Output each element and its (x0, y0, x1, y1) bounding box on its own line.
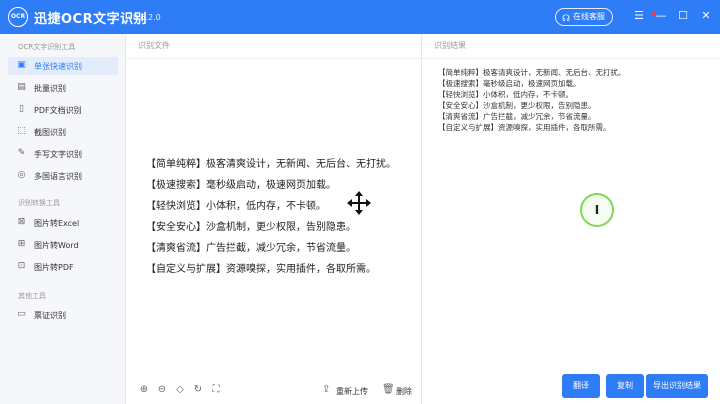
sidebar-item-label: 单张快速识别 (34, 62, 82, 71)
result-panel: 识别结果 【简单纯粹】极客清爽设计，无新闻、无后台、无打扰。 【极速搜索】毫秒级… (422, 34, 720, 404)
result-line: 【自定义与扩展】资源嗅探，实用插件，各取所需。 (438, 123, 611, 132)
original-size-icon[interactable]: ◇ (174, 384, 186, 396)
sidebar-item-label: 截图识别 (34, 128, 66, 137)
source-line: 【清爽省流】广告拦截，减少冗余，节省流量。 (146, 243, 356, 254)
source-toolbar: ⊕ ⊖ ◇ ↻ ⛶ ⇪ 重新上传 🗑 删除 (126, 378, 422, 404)
sidebar-item-label: 批量识别 (34, 84, 66, 93)
translate-button[interactable]: 翻译 (562, 374, 600, 398)
sidebar-item-label: 手写文字识别 (34, 150, 82, 159)
online-support-label: 在线客服 (573, 12, 605, 21)
headset-icon: ☊ (562, 14, 570, 24)
trash-icon[interactable]: 🗑 (382, 384, 395, 395)
result-textarea[interactable]: 【简单纯粹】极客清爽设计，无新闻、无后台、无打扰。 【极速搜索】毫秒级启动，极速… (438, 67, 708, 133)
result-line: 【极速搜索】毫秒级启动，极速网页加载。 (438, 79, 581, 88)
sidebar-item-label: 图片转PDF (34, 263, 74, 272)
delete-button[interactable]: 删除 (396, 386, 412, 397)
sidebar-item-pdf[interactable]: ▯ PDF文档识别 (8, 101, 118, 119)
source-panel: 识别文件 【简单纯粹】极客清爽设计，无新闻、无后台、无打扰。 【极速搜索】毫秒级… (126, 34, 422, 404)
sidebar-item-to-excel[interactable]: ⊠ 图片转Excel (8, 214, 118, 232)
source-panel-title: 识别文件 (138, 41, 170, 50)
sidebar-item-handwriting[interactable]: ✎ 手写文字识别 (8, 145, 118, 163)
fit-screen-icon[interactable]: ⛶ (210, 384, 222, 396)
zoom-out-icon[interactable]: ⊖ (156, 384, 168, 396)
source-line: 【简单纯粹】极客清爽设计，无新闻、无后台、无打扰。 (146, 159, 396, 170)
sidebar: OCR文字识别工具 ▣ 单张快速识别 ▤ 批量识别 ▯ PDF文档识别 ⬚ 截图… (0, 34, 126, 404)
sidebar-item-to-pdf[interactable]: ⊡ 图片转PDF (8, 258, 118, 276)
app-logo: OCR (8, 7, 28, 27)
sidebar-item-multilang[interactable]: ◎ 多国语言识别 (8, 167, 118, 185)
pdf-icon: ⊡ (17, 261, 26, 271)
minimize-icon[interactable]: — (654, 8, 668, 24)
globe-icon: ◎ (17, 170, 26, 180)
result-line: 【轻快浏览】小体积，低内存，不卡顿。 (438, 90, 573, 99)
source-line: 【自定义与扩展】资源嗅探，实用插件，各取所需。 (146, 264, 376, 275)
sidebar-item-single-quick[interactable]: ▣ 单张快速识别 (8, 57, 118, 75)
source-image[interactable]: 【简单纯粹】极客清爽设计，无新闻、无后台、无打扰。 【极速搜索】毫秒级启动，极速… (146, 154, 416, 280)
sidebar-item-screenshot[interactable]: ⬚ 截图识别 (8, 123, 118, 141)
export-result-button[interactable]: 导出识别结果 (646, 374, 708, 398)
online-support-button[interactable]: ☊ 在线客服 (555, 8, 613, 26)
close-icon[interactable]: ✕ (699, 8, 713, 24)
sidebar-section-convert-tools: 识别转换工具 (18, 199, 60, 207)
sidebar-item-batch[interactable]: ▤ 批量识别 (8, 79, 118, 97)
menu-icon[interactable]: ☰ (632, 8, 646, 24)
result-line: 【安全安心】沙盒机制，更少权限，告别隐患。 (438, 101, 596, 110)
sidebar-section-ocr-tools: OCR文字识别工具 (18, 43, 76, 51)
result-line: 【简单纯粹】极客清爽设计，无新闻、无后台、无打扰。 (438, 68, 626, 77)
divider (126, 58, 421, 59)
stack-icon: ▤ (17, 82, 26, 92)
pen-icon: ✎ (17, 148, 26, 158)
copy-button[interactable]: 复制 (606, 374, 644, 398)
title-bar: OCR 迅捷OCR文字识别 v8.6.2.0 ☊ 在线客服 ☰ — ☐ ✕ (0, 0, 720, 34)
sidebar-item-label: PDF文档识别 (34, 106, 82, 115)
click-indicator: I (580, 193, 614, 227)
screenshot-icon: ⬚ (17, 126, 26, 136)
move-cursor-icon (347, 191, 371, 215)
divider (422, 58, 720, 59)
result-line: 【清爽省流】广告拦截，减少冗余，节省流量。 (438, 112, 596, 121)
sidebar-item-label: 图片转Excel (34, 219, 80, 228)
document-icon: ▯ (19, 104, 24, 114)
source-line: 【轻快浏览】小体积，低内存，不卡顿。 (146, 201, 326, 212)
sidebar-section-other-tools: 其他工具 (18, 292, 46, 300)
sidebar-item-label: 多国语言识别 (34, 172, 82, 181)
result-panel-title: 识别结果 (434, 41, 466, 50)
zoom-in-icon[interactable]: ⊕ (138, 384, 150, 396)
sidebar-item-card-ocr[interactable]: ▭ 票证识别 (8, 306, 118, 324)
image-icon: ▣ (17, 60, 26, 70)
maximize-icon[interactable]: ☐ (676, 8, 690, 24)
id-card-icon: ▭ (17, 309, 26, 319)
rotate-icon[interactable]: ↻ (192, 384, 204, 396)
word-icon: ⊞ (17, 239, 26, 249)
text-cursor-icon: I (594, 203, 600, 217)
app-version: v8.6.2.0 (128, 13, 161, 22)
sidebar-item-to-word[interactable]: ⊞ 图片转Word (8, 236, 118, 254)
upload-icon[interactable]: ⇪ (322, 384, 330, 395)
reupload-button[interactable]: 重新上传 (336, 386, 368, 397)
excel-icon: ⊠ (17, 217, 26, 227)
source-line: 【安全安心】沙盒机制，更少权限，告别隐患。 (146, 222, 356, 233)
sidebar-item-label: 票证识别 (34, 311, 66, 320)
sidebar-item-label: 图片转Word (34, 241, 79, 250)
source-line: 【极速搜索】毫秒级启动，极速网页加载。 (146, 180, 336, 191)
